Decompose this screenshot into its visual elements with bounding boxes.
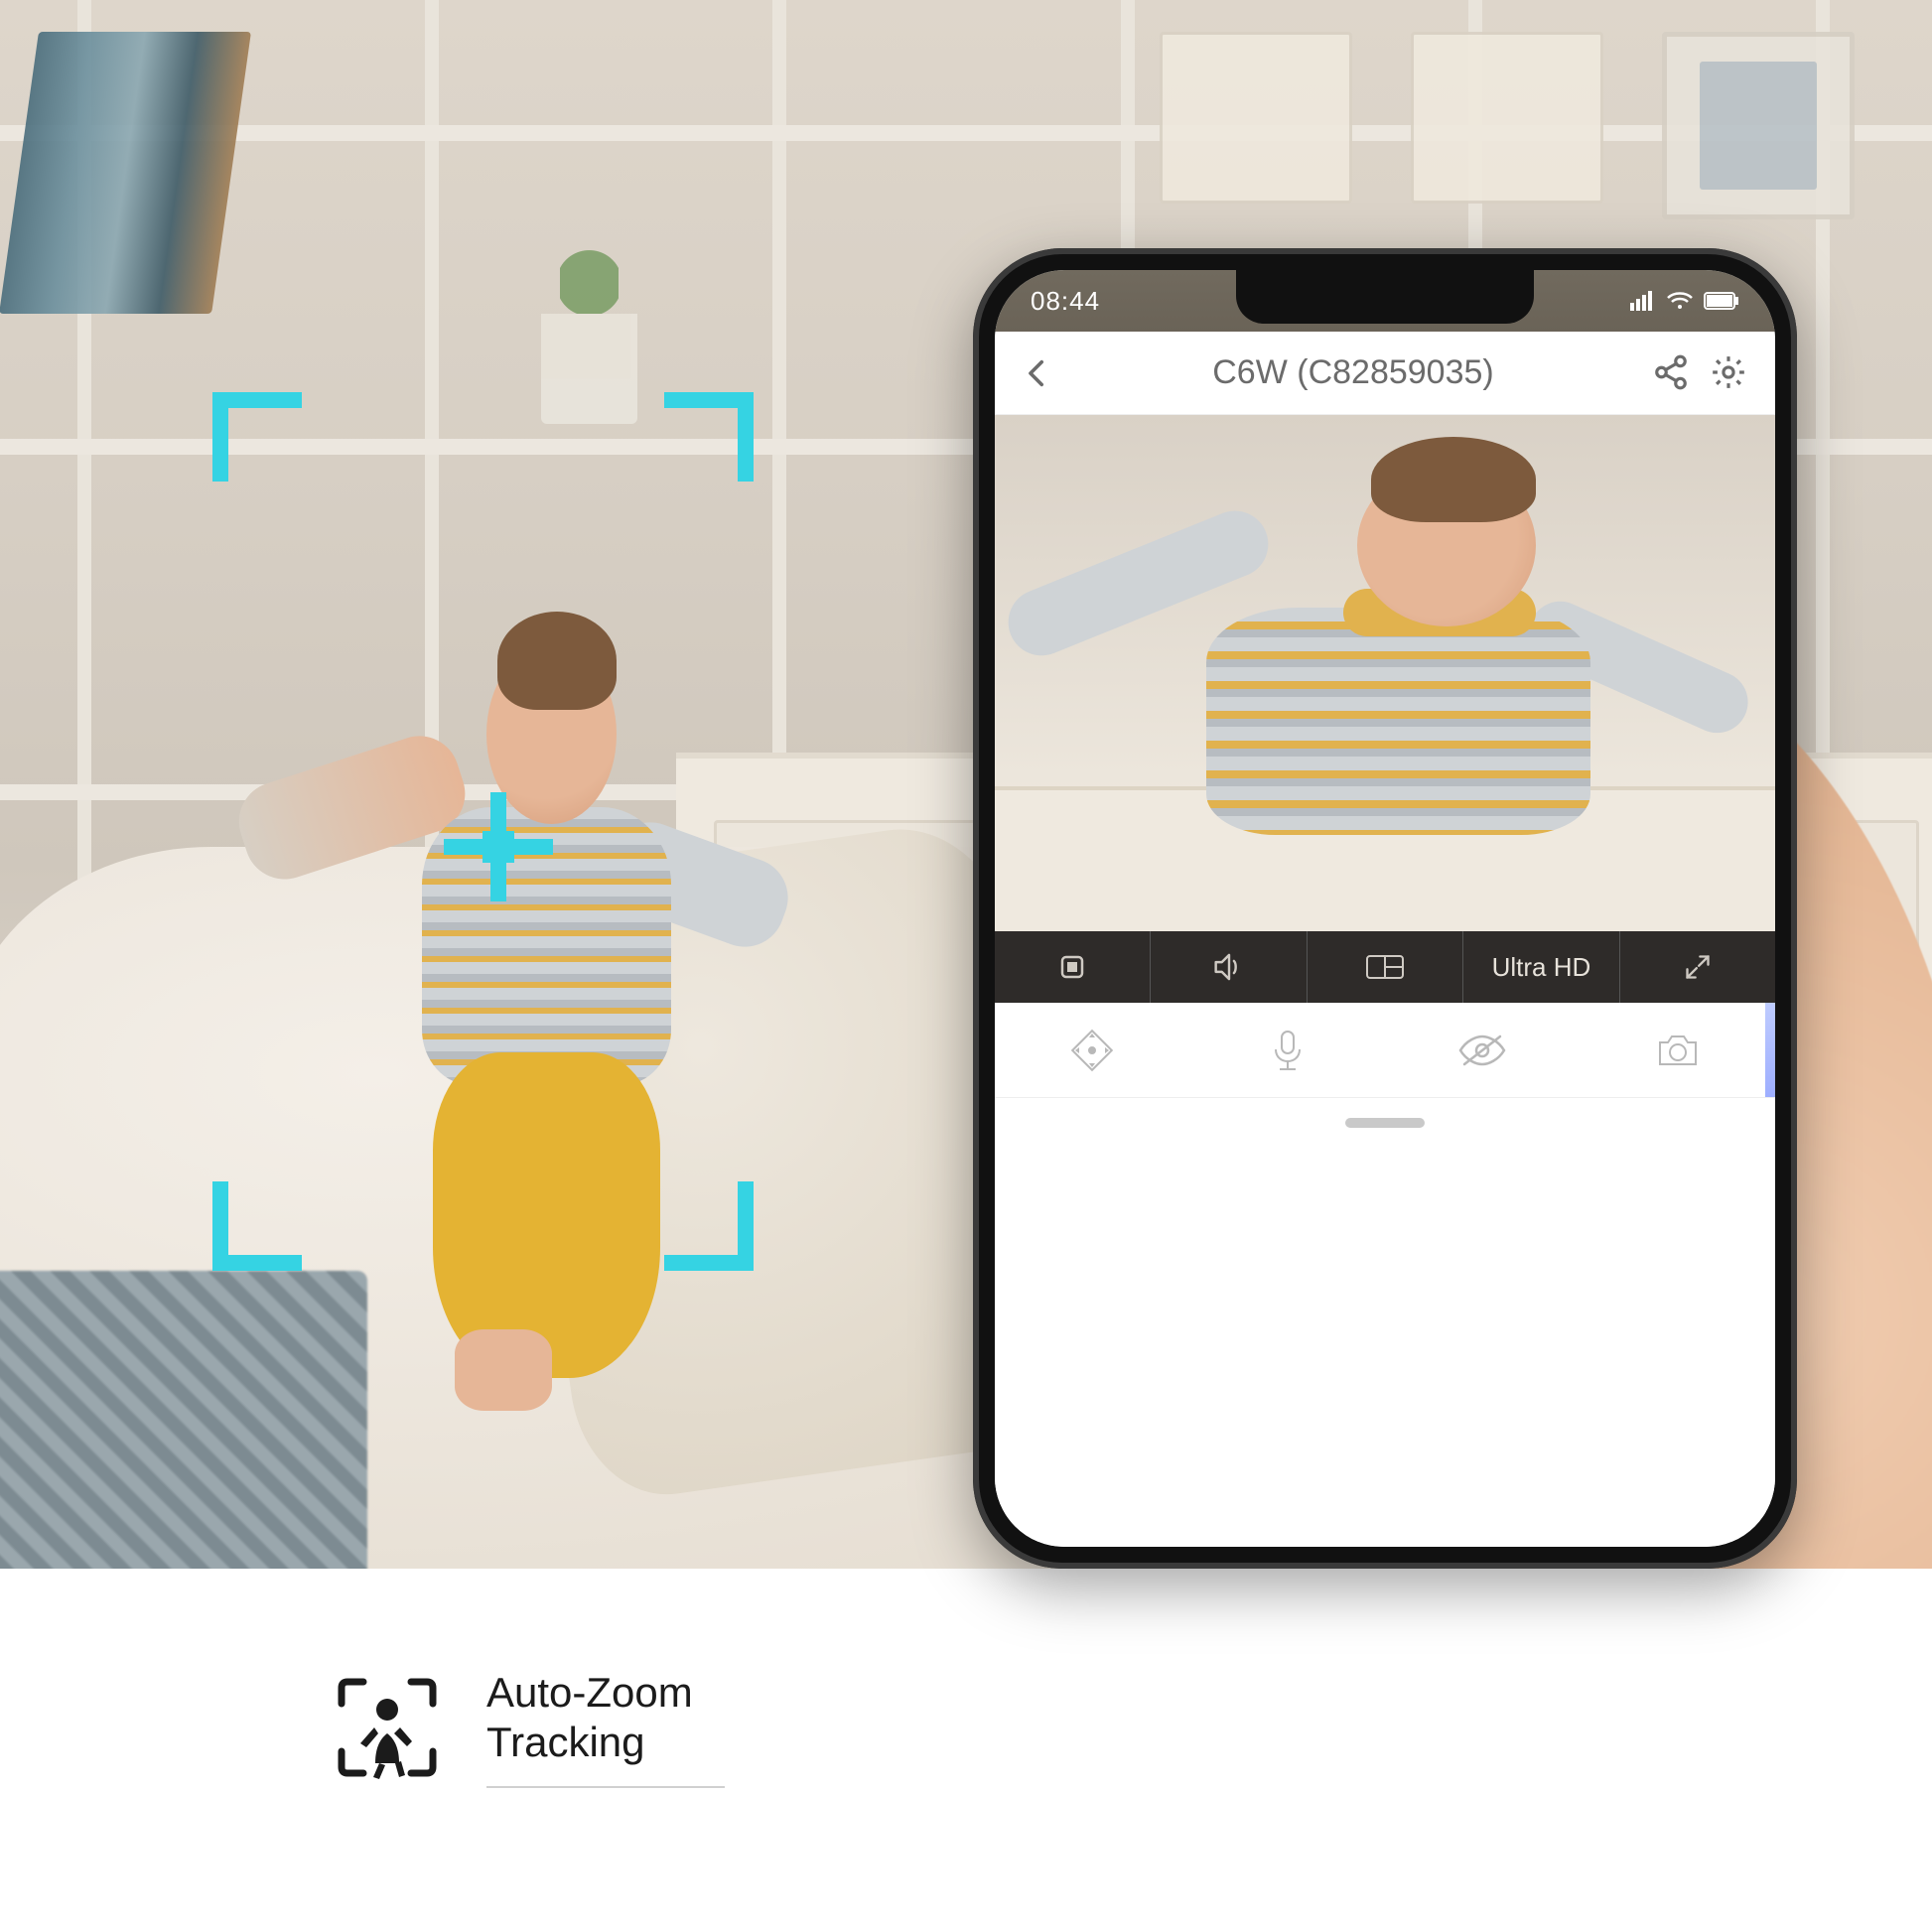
prop-plant: [541, 314, 637, 424]
snapshot-button[interactable]: [1581, 1031, 1776, 1070]
ptz-icon: [1069, 1028, 1115, 1073]
child-figure: [270, 612, 811, 1428]
speaker-icon: [1212, 952, 1246, 982]
status-time: 08:44: [1031, 286, 1100, 317]
multiview-icon: [1365, 954, 1405, 980]
quality-label: Ultra HD: [1484, 952, 1599, 983]
sheet-grabber[interactable]: [1345, 1118, 1425, 1128]
feed-child-hair: [1371, 437, 1536, 522]
tool-row: [995, 1003, 1775, 1098]
device-title: C6W (C82859035): [1072, 353, 1634, 392]
live-video-feed[interactable]: [995, 415, 1775, 931]
feature-underline: [486, 1786, 725, 1788]
child-torso: [422, 807, 671, 1084]
eye-off-icon: [1456, 1031, 1508, 1070]
scroll-accent: [1765, 1003, 1775, 1097]
player-bar: Ultra HD: [995, 931, 1775, 1003]
child-legs: [433, 1052, 660, 1379]
multiview-button[interactable]: [1308, 931, 1463, 1003]
bottom-sheet: [995, 1132, 1775, 1547]
gear-icon: [1710, 353, 1747, 391]
fullscreen-button[interactable]: [1620, 931, 1775, 1003]
phone-frame: 08:44 C6W (C82859035): [973, 248, 1797, 1569]
privacy-button[interactable]: [1385, 1031, 1581, 1070]
feature-line1: Auto-Zoom: [486, 1668, 725, 1718]
back-button[interactable]: [1021, 356, 1054, 390]
app-header: C6W (C82859035): [995, 332, 1775, 415]
child-hair: [497, 612, 617, 710]
share-icon: [1652, 353, 1690, 391]
stop-icon: [1057, 952, 1087, 982]
child-foot: [455, 1329, 552, 1411]
phone-notch: [1236, 270, 1534, 324]
status-indicators: [1630, 291, 1739, 311]
auto-zoom-tracking-icon: [328, 1668, 447, 1787]
feed-child-torso: [1206, 608, 1590, 836]
stop-button[interactable]: [995, 931, 1151, 1003]
prop-box: [1411, 32, 1604, 205]
feed-child: [1041, 446, 1728, 920]
feature-text: Auto-Zoom Tracking: [486, 1668, 725, 1788]
microphone-icon: [1268, 1028, 1308, 1073]
feature-line2: Tracking: [486, 1718, 725, 1767]
talk-button[interactable]: [1190, 1028, 1386, 1073]
prop-books: [0, 32, 251, 314]
share-button[interactable]: [1652, 353, 1692, 393]
camera-icon: [1654, 1031, 1702, 1070]
chevron-left-icon: [1021, 356, 1054, 390]
wifi-icon: [1666, 291, 1694, 311]
prop-photo-frame: [1662, 32, 1856, 220]
quality-selector[interactable]: Ultra HD: [1463, 931, 1619, 1003]
sound-button[interactable]: [1151, 931, 1307, 1003]
prop-box: [1160, 32, 1353, 205]
battery-icon: [1704, 292, 1739, 310]
phone-screen: 08:44 C6W (C82859035): [995, 270, 1775, 1547]
signal-icon: [1630, 291, 1656, 311]
shelf: [0, 125, 1932, 141]
feature-caption: Auto-Zoom Tracking: [328, 1668, 725, 1788]
ptz-button[interactable]: [995, 1028, 1190, 1073]
settings-button[interactable]: [1710, 353, 1749, 393]
expand-icon: [1684, 953, 1712, 981]
